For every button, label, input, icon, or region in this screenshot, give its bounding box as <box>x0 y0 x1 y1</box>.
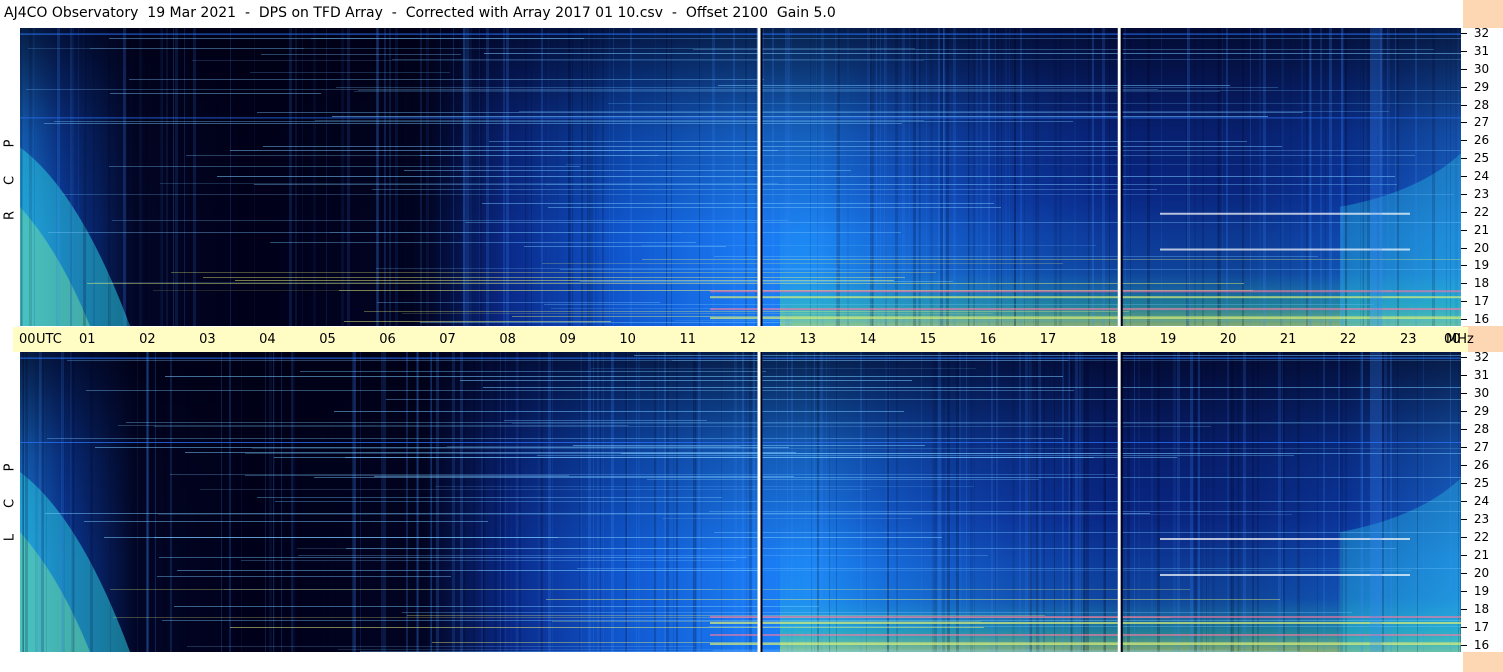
time-tick-label: 08 <box>499 332 516 347</box>
time-tick-label: 15 <box>919 332 937 347</box>
utc-unit-label: UTC <box>36 332 62 347</box>
frequency-tick-label: 27 <box>1473 440 1490 454</box>
time-tick-label: 22 <box>1339 332 1357 347</box>
frequency-tick-label: 19 <box>1473 258 1490 273</box>
time-tick-label: 11 <box>679 332 696 347</box>
time-tick-label: 23 <box>1399 332 1417 347</box>
frequency-tick-label: 30 <box>1473 61 1490 76</box>
frequency-tick-label: 16 <box>1473 312 1490 326</box>
rcp-letter-r: R <box>2 210 18 221</box>
time-tick-label: 06 <box>379 332 396 347</box>
frequency-tick-label: 25 <box>1473 476 1490 490</box>
time-tick-label: 14 <box>859 332 877 347</box>
time-tick-label: 04 <box>259 332 276 347</box>
spectrogram-window: AJ4CO Observatory 19 Mar 2021 - DPS on T… <box>0 0 1503 672</box>
frequency-tick-label: 17 <box>1473 294 1490 309</box>
rcp-label: R C P <box>0 28 20 326</box>
chart-title: AJ4CO Observatory 19 Mar 2021 - DPS on T… <box>4 5 836 21</box>
time-tick-label: 16 <box>979 332 997 347</box>
frequency-tick-label: 22 <box>1473 530 1490 544</box>
time-tick-label: 03 <box>199 332 216 347</box>
time-tick-label: 00 <box>19 332 36 347</box>
frequency-tick-label: 22 <box>1473 204 1490 219</box>
lcp-label: L C P <box>0 352 20 652</box>
lcp-frequency-axis: 32 31 30 29 28 27 26 25 24 23 22 21 20 19 18 17 16 <box>1461 350 1503 652</box>
frequency-tick-label: 32 <box>1473 350 1490 364</box>
frequency-tick-label: 32 <box>1473 26 1490 40</box>
frequency-tick-label: 29 <box>1473 79 1490 94</box>
time-tick-label: 21 <box>1279 332 1297 347</box>
frequency-tick-label: 23 <box>1473 186 1490 201</box>
time-tick-label: 09 <box>559 332 576 347</box>
frequency-tick-label: 21 <box>1473 548 1490 562</box>
frequency-tick-label: 18 <box>1473 602 1490 616</box>
frequency-tick-label: 26 <box>1473 133 1490 148</box>
rcp-letter-p: P <box>2 139 18 148</box>
frequency-tick-label: 28 <box>1473 97 1490 112</box>
time-tick-label: 13 <box>799 332 817 347</box>
frequency-tick-label: 24 <box>1473 494 1490 508</box>
time-tick-label: 10 <box>619 332 636 347</box>
frequency-tick-label: 21 <box>1473 222 1490 237</box>
lcp-letter-p: P <box>2 463 18 472</box>
frequency-tick-label: 25 <box>1473 151 1490 166</box>
utc-time-axis: UTC MHz 00 01 02 03 04 05 06 07 08 09 10 11 12 13 14 15… <box>13 327 1474 352</box>
frequency-tick-label: 31 <box>1473 43 1490 58</box>
frequency-tick-label: 19 <box>1473 584 1490 598</box>
lcp-spectrogram <box>20 352 1461 652</box>
frequency-tick-label: 20 <box>1473 566 1490 580</box>
rcp-frequency-axis: 32 31 30 29 28 27 26 25 24 23 22 21 20 19 18 17 16 <box>1461 26 1503 326</box>
time-tick-label: 05 <box>319 332 336 347</box>
frequency-tick-label: 23 <box>1473 512 1490 526</box>
frequency-tick-label: 28 <box>1473 422 1490 436</box>
frequency-tick-label: 18 <box>1473 276 1490 291</box>
frequency-tick-label: 27 <box>1473 115 1490 130</box>
time-tick-label: 20 <box>1219 332 1237 347</box>
time-tick-label: 19 <box>1159 332 1177 347</box>
time-tick-label: 02 <box>139 332 156 347</box>
lcp-plot <box>20 352 1461 652</box>
frequency-tick-label: 16 <box>1473 638 1490 652</box>
lcp-letter-l: L <box>2 533 18 542</box>
rcp-plot <box>20 28 1461 326</box>
frequency-tick-label: 26 <box>1473 458 1490 472</box>
time-tick-label: 00 <box>1444 332 1461 347</box>
time-tick-label: 18 <box>1099 332 1117 347</box>
frequency-tick-label: 17 <box>1473 620 1490 634</box>
rcp-letter-c: C <box>2 175 18 186</box>
frequency-tick-label: 31 <box>1473 368 1490 382</box>
frequency-tick-label: 24 <box>1473 169 1490 183</box>
time-tick-label: 01 <box>79 332 96 347</box>
time-tick-label: 12 <box>739 332 757 347</box>
time-tick-label: 07 <box>439 332 456 347</box>
frequency-tick-label: 30 <box>1473 386 1490 400</box>
time-tick-label: 17 <box>1039 332 1057 347</box>
frequency-tick-label: 20 <box>1473 240 1490 255</box>
rcp-spectrogram <box>20 28 1461 326</box>
frequency-tick-label: 29 <box>1473 404 1490 418</box>
lcp-letter-c: C <box>2 498 18 509</box>
